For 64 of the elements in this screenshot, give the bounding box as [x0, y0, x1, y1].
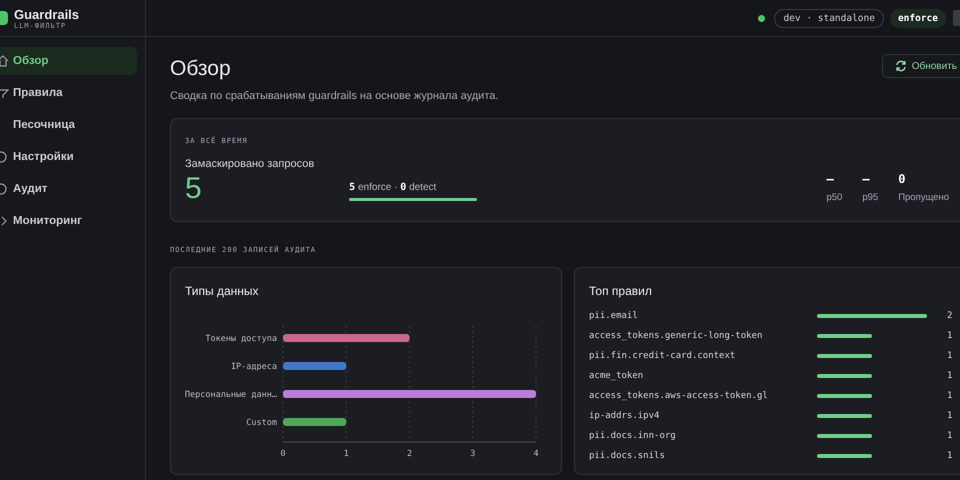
rule-count: 1 [947, 350, 952, 360]
metric-value: 5 [185, 172, 202, 206]
environment-badge: dev · standalone [774, 8, 884, 28]
stat-label: Пропущено [898, 192, 949, 203]
refresh-button[interactable]: Обновить [882, 54, 960, 78]
rule-bar [817, 434, 872, 438]
chevron-icon [0, 215, 9, 227]
nav-item[interactable]: Песочница [0, 111, 137, 139]
rule-bar [817, 454, 872, 458]
category-label: Персональные данн… [184, 390, 277, 400]
rule-count: 1 [947, 450, 952, 460]
mode-badge: enforce [890, 8, 946, 28]
data-bar [283, 362, 346, 370]
nav-item[interactable]: Мониторинг [0, 207, 137, 235]
filter-icon [0, 87, 9, 99]
mode-breakdown: 5 enforce · 0 detect [349, 182, 438, 193]
stat-label: p50 [826, 192, 842, 203]
nav-item[interactable]: Обзор [0, 47, 137, 75]
home-icon [0, 55, 9, 67]
axis-tick: 1 [344, 449, 349, 458]
rule-count: 1 [947, 430, 952, 440]
page-subtitle: Сводка по срабатываниям guardrails на основе журнала аудита. [170, 90, 498, 102]
page-title: Обзор [170, 57, 232, 81]
rule-name: pii.docs.snils [589, 450, 666, 460]
category-label: Токены доступа [205, 334, 277, 344]
category-label: IP-адреса [230, 362, 277, 372]
axis-tick: 0 [280, 449, 286, 458]
status-dot [758, 14, 766, 22]
panel-icon[interactable] [952, 9, 960, 27]
rule-count: 1 [947, 330, 952, 340]
metric-label: Замаскировано запросов [185, 158, 314, 170]
rule-name: acme_token [589, 370, 644, 380]
rule-name: pii.email [589, 310, 639, 320]
rule-bar [817, 374, 872, 378]
rule-count: 1 [947, 410, 952, 420]
card-title: Топ правил [589, 284, 652, 298]
axis-tick: 2 [406, 449, 412, 458]
stat-label: p95 [862, 192, 878, 203]
axis-tick: 4 [533, 449, 539, 458]
rule-name: ip-addrs.ipv4 [589, 410, 660, 420]
stat-value: — [862, 172, 870, 186]
rule-name: access_tokens.aws-access-token.gl [589, 390, 769, 400]
axis-tick: 3 [470, 449, 476, 458]
rule-name: pii.fin.credit-card.context [589, 350, 736, 360]
nav-item[interactable]: Настройки [0, 143, 137, 171]
app-title: Guardrails [14, 6, 80, 22]
refresh-icon [894, 60, 907, 72]
rule-bar [817, 334, 872, 338]
nav-item[interactable]: Аудит [0, 175, 137, 203]
nav-item[interactable]: Правила [0, 79, 137, 107]
rule-bar [817, 394, 872, 398]
stat-value: — [826, 172, 834, 186]
rule-count: 2 [947, 310, 952, 320]
rule-count: 1 [947, 390, 952, 400]
rule-bar [817, 414, 872, 418]
category-label: Custom [246, 418, 277, 428]
rule-name: pii.docs.inn-org [589, 430, 677, 440]
logo-icon [0, 11, 8, 25]
stat-value: 0 [898, 172, 906, 186]
rule-bar [817, 354, 872, 358]
card-title: Типы данных [185, 284, 259, 298]
rule-name: access_tokens.generic-long-token [589, 330, 764, 340]
rule-count: 1 [947, 370, 952, 380]
data-bar [283, 418, 346, 426]
